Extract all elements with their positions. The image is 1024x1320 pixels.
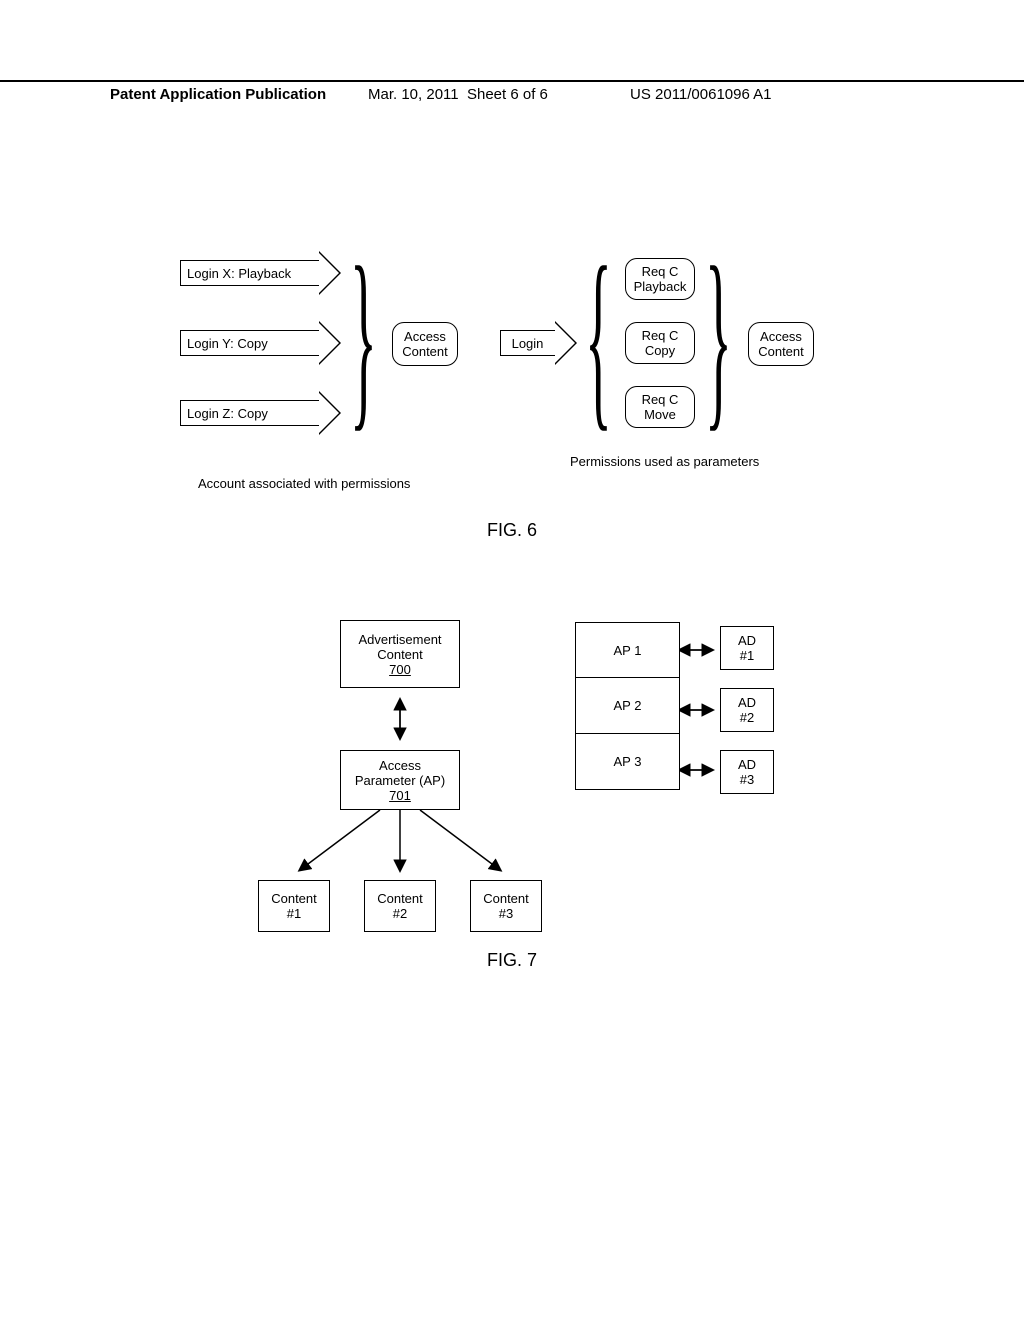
access-content-left: Access Content	[392, 322, 458, 366]
login-y-arrow: Login Y: Copy	[180, 330, 320, 356]
ap1-cell: AP 1	[575, 622, 680, 678]
caption-permissions-params: Permissions used as parameters	[570, 454, 759, 469]
caption-account-permissions: Account associated with permissions	[198, 476, 410, 491]
req-move: Req C Move	[625, 386, 695, 428]
ap3-cell: AP 3	[575, 734, 680, 790]
login-x-label: Login X: Playback	[180, 260, 320, 286]
ap2-cell: AP 2	[575, 678, 680, 734]
ad3-box: AD #3	[720, 750, 774, 794]
req-playback: Req C Playback	[625, 258, 695, 300]
brace-icon: }	[350, 260, 377, 416]
brace-icon: {	[585, 260, 612, 416]
header-pubnum: US 2011/0061096 A1	[630, 86, 772, 103]
page-header: Patent Application Publication Mar. 10, …	[0, 80, 1024, 86]
login-z-label: Login Z: Copy	[180, 400, 320, 426]
login-z-arrow: Login Z: Copy	[180, 400, 320, 426]
login-label: Login	[500, 330, 556, 356]
login-x-arrow: Login X: Playback	[180, 260, 320, 286]
ad1-box: AD #1	[720, 626, 774, 670]
figure-7: Advertisement Content 700 Access Paramet…	[0, 610, 1024, 1020]
header-sheet: Sheet 6 of 6	[467, 86, 548, 103]
access-content-right: Access Content	[748, 322, 814, 366]
login-y-label: Login Y: Copy	[180, 330, 320, 356]
fig6-label: FIG. 6	[0, 520, 1024, 541]
fig7-label: FIG. 7	[0, 950, 1024, 971]
header-publication: Patent Application Publication	[110, 86, 326, 103]
figure-6: Login X: Playback Login Y: Copy Login Z:…	[0, 240, 1024, 570]
header-date-sheet: Mar. 10, 2011 Sheet 6 of 6	[368, 86, 548, 103]
brace-icon: }	[705, 260, 732, 416]
req-copy: Req C Copy	[625, 322, 695, 364]
login-arrow: Login	[500, 330, 556, 356]
ad2-box: AD #2	[720, 688, 774, 732]
header-date: Mar. 10, 2011	[368, 86, 459, 103]
